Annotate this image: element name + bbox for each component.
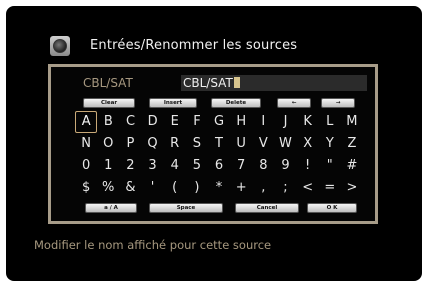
key[interactable]: 3 (141, 155, 163, 177)
key[interactable]: W (274, 133, 296, 155)
page-title: Entrées/Renommer les sources (90, 38, 298, 53)
key[interactable]: I (252, 111, 274, 133)
key[interactable]: J (274, 111, 296, 133)
key[interactable]: ( (164, 177, 186, 199)
help-text: Modifier le nom affiché pour cette sourc… (34, 238, 272, 252)
cursor-right-button[interactable]: → (321, 98, 355, 108)
cancel-button[interactable]: Cancel (235, 203, 299, 213)
key[interactable]: # (341, 155, 363, 177)
key[interactable]: 5 (186, 155, 208, 177)
key[interactable]: C (119, 111, 141, 133)
key[interactable]: O (97, 133, 119, 155)
key[interactable]: S (186, 133, 208, 155)
key[interactable]: A (75, 111, 98, 133)
key[interactable]: Z (341, 133, 363, 155)
key[interactable]: 8 (252, 155, 274, 177)
rename-panel: CBL/SAT CBL/SAT Clear Insert Delete ← → … (48, 64, 378, 224)
space-button[interactable]: Space (149, 203, 223, 213)
key[interactable]: ! (297, 155, 319, 177)
key[interactable]: F (186, 111, 208, 133)
text-cursor (233, 77, 240, 88)
key[interactable]: E (164, 111, 186, 133)
character-keyboard: A B C D E F G H I J K L M N O P Q R S T U V W X Y Z 0 1 2 3 4 5 6 7 8 9! " # $… (75, 111, 363, 199)
name-value: CBL/SAT (183, 76, 233, 90)
keyboard-row: NOPQRSTUVWXYZ (75, 133, 363, 155)
key[interactable]: 6 (208, 155, 230, 177)
key[interactable]: Y (319, 133, 341, 155)
key[interactable]: U (230, 133, 252, 155)
name-row: CBL/SAT CBL/SAT (77, 75, 367, 91)
key[interactable]: B (97, 111, 119, 133)
insert-button[interactable]: Insert (149, 98, 197, 108)
key[interactable]: 0 (75, 155, 97, 177)
key[interactable]: " (319, 155, 341, 177)
key[interactable]: < (297, 177, 319, 199)
key[interactable]: X (297, 133, 319, 155)
case-toggle-button[interactable]: a / A (85, 203, 137, 213)
source-icon (50, 36, 70, 56)
key[interactable]: 1 (97, 155, 119, 177)
cursor-left-button[interactable]: ← (277, 98, 311, 108)
key[interactable]: K (297, 111, 319, 133)
key[interactable]: Q (141, 133, 163, 155)
clear-button[interactable]: Clear (83, 98, 135, 108)
key[interactable]: G (208, 111, 230, 133)
edit-button-row: Clear Insert Delete ← → (51, 98, 375, 108)
keyboard-row: $% & '() * +,; < = > (75, 177, 363, 199)
key[interactable]: D (142, 111, 164, 133)
key[interactable]: H (230, 111, 252, 133)
keyboard-row: ABCDEFGHIJKLM (75, 111, 363, 133)
key[interactable]: ; (274, 177, 296, 199)
key[interactable]: N (75, 133, 97, 155)
key[interactable]: % (97, 177, 119, 199)
key[interactable]: ) (186, 177, 208, 199)
key[interactable]: $ (75, 177, 97, 199)
key[interactable]: P (119, 133, 141, 155)
key[interactable]: 4 (164, 155, 186, 177)
key[interactable]: M (341, 111, 363, 133)
key[interactable]: R (164, 133, 186, 155)
key[interactable]: * (208, 177, 230, 199)
ok-button[interactable]: O K (307, 203, 357, 213)
key[interactable]: ' (141, 177, 163, 199)
key[interactable]: & (119, 177, 141, 199)
source-label: CBL/SAT (83, 76, 133, 90)
key[interactable]: L (319, 111, 341, 133)
screen: Entrées/Renommer les sources CBL/SAT CBL… (6, 6, 422, 281)
delete-button[interactable]: Delete (211, 98, 261, 108)
key[interactable]: > (341, 177, 363, 199)
key[interactable]: 9 (274, 155, 296, 177)
keyboard-row: 0 1 2 3 4 5 6 7 8 9! " # (75, 155, 363, 177)
key[interactable]: V (252, 133, 274, 155)
key[interactable]: = (319, 177, 341, 199)
key[interactable]: 2 (119, 155, 141, 177)
key[interactable]: + (230, 177, 252, 199)
action-button-row: a / A Space Cancel O K (51, 203, 375, 213)
key[interactable]: , (252, 177, 274, 199)
key[interactable]: T (208, 133, 230, 155)
name-input[interactable]: CBL/SAT (181, 75, 367, 91)
key[interactable]: 7 (230, 155, 252, 177)
